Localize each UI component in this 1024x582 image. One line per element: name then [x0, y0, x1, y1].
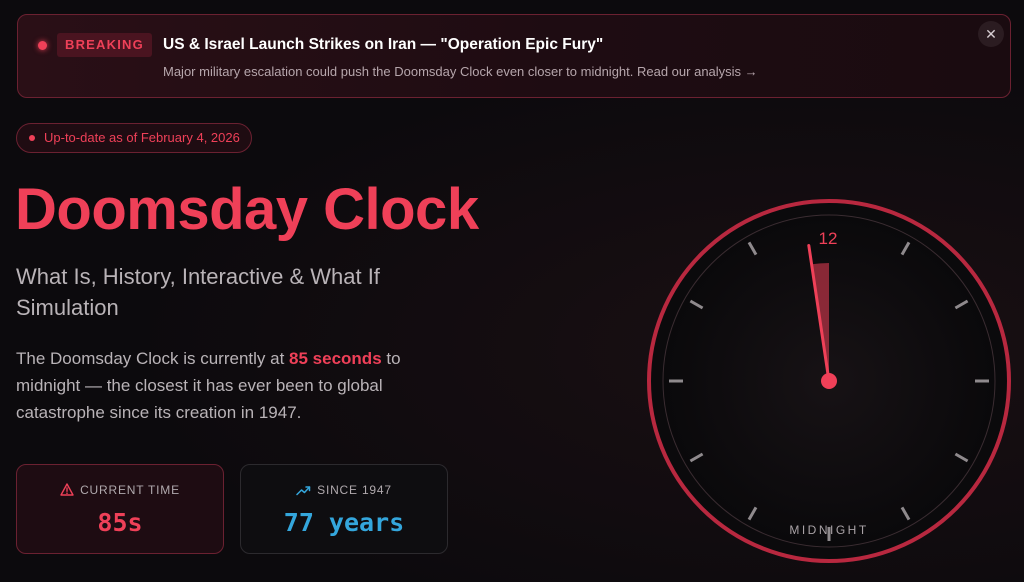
warning-triangle-icon	[60, 483, 74, 496]
seconds-highlight: 85 seconds	[289, 349, 382, 368]
breaking-badge: BREAKING	[57, 33, 152, 57]
current-time-label: CURRENT TIME	[80, 483, 180, 497]
current-time-label-row: CURRENT TIME	[17, 483, 223, 497]
live-dot-icon	[38, 41, 47, 50]
updated-date-pill: Up-to-date as of February 4, 2026	[16, 123, 252, 153]
breaking-banner[interactable]: BREAKING US & Israel Launch Strikes on I…	[17, 14, 1011, 98]
current-time-card: CURRENT TIME 85s	[16, 464, 224, 554]
clock-face-svg: 12 MIDNIGHT	[647, 199, 1011, 563]
since-1947-card: SINCE 1947 77 years	[240, 464, 448, 554]
twelve-label: 12	[819, 229, 838, 248]
clock-center-pin	[821, 373, 837, 389]
midnight-label: MIDNIGHT	[789, 523, 868, 537]
since-label: SINCE 1947	[317, 483, 392, 497]
since-value: 77 years	[283, 508, 405, 537]
updated-date-text: Up-to-date as of February 4, 2026	[44, 130, 240, 145]
page-title: Doomsday Clock	[15, 177, 479, 242]
banner-title[interactable]: US & Israel Launch Strikes on Iran — "Op…	[163, 36, 603, 54]
status-dot-icon	[29, 135, 35, 141]
banner-analysis-link[interactable]: Major military escalation could push the…	[163, 64, 758, 79]
hero-description: The Doomsday Clock is currently at 85 se…	[16, 345, 456, 426]
doomsday-clock[interactable]: 12 MIDNIGHT	[644, 196, 1014, 566]
page-subtitle: What Is, History, Interactive & What If …	[16, 264, 380, 320]
hero-description-start: The Doomsday Clock is currently at	[16, 349, 290, 368]
current-time-value: 85s	[97, 508, 143, 537]
close-icon[interactable]: ✕	[978, 21, 1004, 47]
page: BREAKING US & Israel Launch Strikes on I…	[0, 0, 1024, 582]
since-label-row: SINCE 1947	[241, 483, 447, 497]
trending-up-icon	[296, 486, 311, 496]
